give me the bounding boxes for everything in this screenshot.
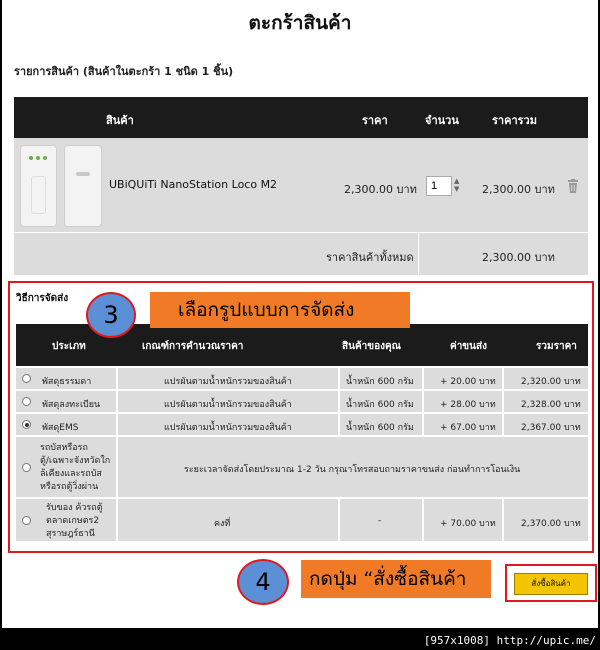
step4-banner: กดปุ่ม “สั่งซื้อสินค้า [301, 560, 491, 598]
step4-badge: 4 [237, 559, 289, 605]
quantity-stepper[interactable]: ▲ ▼ [454, 177, 459, 193]
shipping-weight: น้ำหนัก 600 กรัม [346, 400, 414, 410]
shipping-row-pickup[interactable]: รับของ ค้วรถตู้ ตลาดเกษตร2 สุราษฎร์ธานี … [16, 497, 588, 541]
shipping-criteria: แปรผันตามน้ำหนักรวมของสินค้า [164, 400, 292, 410]
shipping-total: 2,370.00 บาท [521, 519, 581, 529]
cart-table: สินค้า ราคา จำนวน ราคารวม UBiQUiTi NanoS… [14, 97, 588, 275]
shipping-type: พัสดุลงทะเบียน [42, 400, 101, 410]
page-title: ตะกร้าสินค้า [248, 12, 352, 34]
shipping-criteria: แปรผันตามน้ำหนักรวมของสินค้า [164, 423, 292, 433]
shipping-criteria: แปรผันตามน้ำหนักรวมของสินค้า [164, 377, 292, 387]
shipping-radio-pickup[interactable] [22, 516, 31, 525]
product-price: 2,300.00 บาท [344, 183, 417, 196]
quantity-input[interactable] [426, 176, 452, 196]
cart-item-row: UBiQUiTi NanoStation Loco M2 2,300.00 บา… [14, 138, 588, 233]
header-product: สินค้า [106, 114, 134, 127]
shipping-fee: + 67.00 บาท [440, 423, 496, 433]
shipping-note: ระยะเวลาจัดส่งโดยประมาณ 1-2 วัน กรุณาโทร… [184, 465, 521, 475]
header-quantity: จำนวน [425, 114, 459, 127]
shipping-row-bus[interactable]: รถบัสหรือรถ ตู้/เฉพาะจังหวัดใก ล้เคียงแล… [16, 435, 588, 497]
step3-badge: 3 [86, 292, 136, 338]
product-thumbnail-back[interactable] [64, 145, 102, 227]
shipping-type-pickup: รับของ ค้วรถตู้ ตลาดเกษตร2 สุราษฎร์ธานี [46, 503, 103, 539]
step3-banner: เลือกรูปแบบการจัดส่ง [150, 292, 410, 328]
shipping-radio-registered[interactable] [22, 397, 31, 406]
shipping-total: 2,328.00 บาท [521, 400, 581, 410]
trash-icon[interactable] [567, 179, 579, 193]
shipping-fee: + 20.00 บาท [440, 377, 496, 387]
image-host-tag: [957x1008] http://upic.me/ [423, 634, 596, 647]
cart-subtotal-row: ราคาสินค้าทั้งหมด 2,300.00 บาท [14, 233, 588, 275]
shipping-row[interactable]: พัสดุธรรมดา แปรผันตามน้ำหนักรวมของสินค้า… [16, 366, 588, 389]
shipping-weight: - [378, 516, 382, 526]
shipping-weight: น้ำหนัก 600 กรัม [346, 377, 414, 387]
header-fee: ค่าขนส่ง [450, 341, 487, 352]
shipping-row[interactable]: พัสดุลงทะเบียน แปรผันตามน้ำหนักรวมของสิน… [16, 389, 588, 412]
shipping-radio-ems[interactable] [22, 420, 31, 429]
product-total: 2,300.00 บาท [482, 183, 555, 196]
product-thumbnail-front[interactable] [20, 145, 57, 227]
cart-summary: รายการสินค้า (สินค้าในตะกร้า 1 ชนิด 1 ชิ… [14, 65, 234, 78]
header-your-items: สินค้าของคุณ [342, 341, 401, 352]
shipping-row[interactable]: พัสดุEMS แปรผันตามน้ำหนักรวมของสินค้า น้… [16, 412, 588, 435]
product-name[interactable]: UBiQUiTi NanoStation Loco M2 [109, 178, 277, 191]
shipping-title: วิธีการจัดส่ง [16, 293, 69, 304]
shipping-criteria: คงที่ [214, 519, 231, 529]
shipping-fee: + 70.00 บาท [440, 519, 496, 529]
order-button-highlight: สั่งซื้อสินค้า [505, 564, 597, 602]
shipping-type: พัสดุEMS [42, 423, 79, 433]
header-total: รวมราคา [536, 341, 577, 352]
subtotal-label: ราคาสินค้าทั้งหมด [326, 251, 414, 264]
shipping-fee: + 28.00 บาท [440, 400, 496, 410]
header-type: ประเภท [52, 341, 86, 352]
shipping-radio-normal[interactable] [22, 374, 31, 383]
header-total: ราคารวม [492, 114, 537, 127]
shipping-type: พัสดุธรรมดา [42, 377, 92, 387]
header-price: ราคา [362, 114, 388, 127]
shipping-table: ประเภท เกณฑ์การคำนวณราคา สินค้าของคุณ ค่… [16, 324, 588, 541]
shipping-total: 2,367.00 บาท [521, 423, 581, 433]
subtotal-value: 2,300.00 บาท [482, 251, 555, 264]
shipping-radio-bus[interactable] [22, 463, 31, 472]
shipping-total: 2,320.00 บาท [521, 377, 581, 387]
page-frame: ตะกร้าสินค้า รายการสินค้า (สินค้าในตะกร้… [2, 0, 598, 628]
header-criteria: เกณฑ์การคำนวณราคา [142, 341, 244, 352]
shipping-weight: น้ำหนัก 600 กรัม [346, 423, 414, 433]
cart-header-row: สินค้า ราคา จำนวน ราคารวม [14, 97, 588, 138]
shipping-type-bus: รถบัสหรือรถ ตู้/เฉพาะจังหวัดใก ล้เคียงแล… [40, 443, 111, 492]
order-button[interactable]: สั่งซื้อสินค้า [514, 573, 588, 595]
